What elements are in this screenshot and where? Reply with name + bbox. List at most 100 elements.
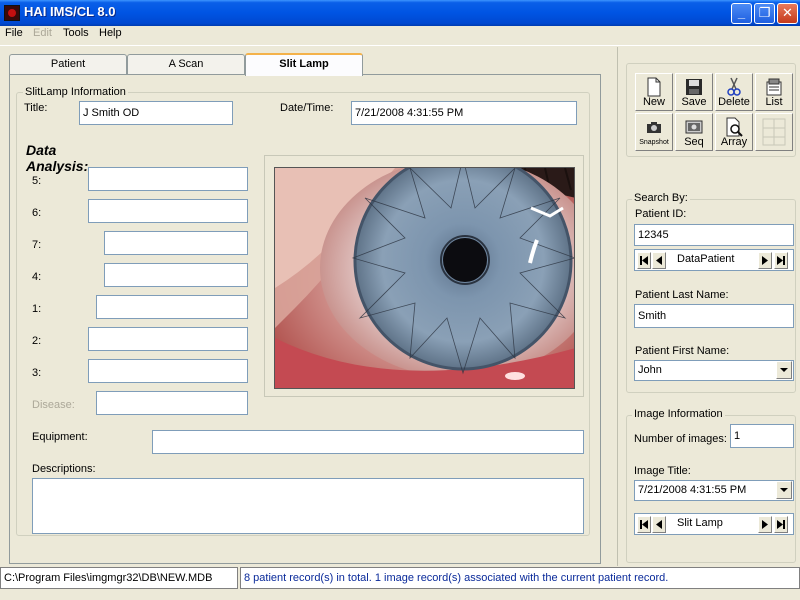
tab-ascan[interactable]: A Scan [127, 54, 245, 74]
menu-tools[interactable]: Tools [63, 27, 89, 39]
descriptions-field[interactable] [32, 478, 584, 534]
array-button[interactable]: Array [715, 113, 753, 151]
first-record-icon [640, 520, 648, 529]
analysis-label-7: 7: [32, 239, 42, 251]
search-group-label: Search By: [632, 192, 690, 204]
datetime-field[interactable]: 7/21/2008 4:31:55 PM [351, 101, 577, 125]
list-icon [766, 78, 782, 96]
scissors-icon [727, 77, 741, 96]
new-document-icon [647, 77, 661, 97]
new-button[interactable]: New [635, 73, 673, 111]
image-nav-last-button[interactable] [774, 516, 788, 533]
sequence-icon [685, 120, 703, 134]
menu-separator [0, 45, 800, 46]
minimize-button[interactable]: _ [731, 3, 752, 24]
next-record-icon [762, 256, 768, 265]
first-name-dropdown-button[interactable] [776, 361, 792, 379]
chevron-down-icon [780, 368, 788, 372]
save-button[interactable]: Save [675, 73, 713, 111]
analysis-field-3[interactable] [88, 359, 248, 383]
last-record-icon [777, 256, 785, 265]
image-info-group-label: Image Information [632, 408, 725, 420]
analysis-label-4: 4: [32, 271, 42, 283]
descriptions-label: Descriptions: [32, 463, 96, 475]
nav-first-button[interactable] [637, 252, 651, 269]
app-icon[interactable] [4, 5, 20, 21]
first-name-combo[interactable]: John [634, 360, 794, 381]
disease-label: Disease: [32, 399, 75, 411]
next-record-icon [762, 520, 768, 529]
image-title-value: 7/21/2008 4:31:55 PM [638, 484, 747, 496]
delete-button[interactable]: Delete [715, 73, 753, 111]
nav-next-button[interactable] [758, 252, 772, 269]
image-nav-source: Slit Lamp [677, 517, 723, 529]
status-bar: C:\Program Files\imgmgr32\DB\NEW.MDB 8 p… [0, 566, 800, 600]
snapshot-button[interactable]: Snapshot [635, 113, 673, 151]
patient-id-field[interactable]: 12345 [634, 224, 794, 246]
title-label: Title: [24, 102, 48, 114]
chevron-down-icon [780, 488, 788, 492]
analysis-field-7[interactable] [104, 231, 248, 255]
menu-help[interactable]: Help [99, 27, 122, 39]
analysis-field-6[interactable] [88, 199, 248, 223]
slit-lamp-eye-image[interactable] [274, 167, 575, 389]
last-record-icon [777, 520, 785, 529]
nav-prev-button[interactable] [652, 252, 666, 269]
magnifier-document-icon [726, 117, 743, 137]
patient-nav-source: DataPatient [677, 253, 735, 265]
analysis-field-2[interactable] [88, 327, 248, 351]
last-name-field[interactable]: Smith [634, 304, 794, 328]
image-nav-first-button[interactable] [637, 516, 651, 533]
maximize-button[interactable]: ❐ [754, 3, 775, 24]
patient-navigator: DataPatient [634, 249, 794, 271]
previous-record-icon [656, 520, 662, 529]
image-title-dropdown-button[interactable] [776, 481, 792, 499]
slitlamp-info-label: SlitLamp Information [23, 86, 128, 98]
datetime-label: Date/Time: [280, 102, 334, 114]
first-record-icon [640, 256, 648, 265]
window-title: HAI IMS/CL 8.0 [24, 4, 116, 19]
image-viewer [264, 155, 584, 397]
close-button[interactable]: ✕ [777, 3, 798, 24]
image-navigator: Slit Lamp [634, 513, 794, 535]
analysis-field-4[interactable] [104, 263, 248, 287]
image-nav-next-button[interactable] [758, 516, 772, 533]
tab-patient[interactable]: Patient [9, 54, 127, 74]
grid-icon [762, 118, 786, 146]
analysis-label-2: 2: [32, 335, 42, 347]
image-count-field[interactable]: 1 [730, 424, 794, 448]
analysis-label-3: 3: [32, 367, 42, 379]
analysis-label-5: 5: [32, 175, 42, 187]
title-bar[interactable]: HAI IMS/CL 8.0 _ ❐ ✕ [0, 0, 800, 26]
data-analysis-heading: Data Analysis: [26, 142, 89, 174]
equipment-label: Equipment: [32, 431, 88, 443]
status-db-path: C:\Program Files\imgmgr32\DB\NEW.MDB [0, 567, 238, 589]
patient-id-label: Patient ID: [635, 208, 687, 220]
last-name-label: Patient Last Name: [635, 289, 729, 301]
image-title-combo[interactable]: 7/21/2008 4:31:55 PM [634, 480, 794, 501]
seq-button[interactable]: Seq [675, 113, 713, 151]
analysis-field-5[interactable] [88, 167, 248, 191]
previous-record-icon [656, 256, 662, 265]
save-disk-icon [686, 79, 702, 95]
image-count-label: Number of images: [634, 433, 727, 445]
nav-last-button[interactable] [774, 252, 788, 269]
analysis-label-6: 6: [32, 207, 42, 219]
status-message: 8 patient record(s) in total. 1 image re… [240, 567, 800, 589]
camera-icon [647, 122, 661, 133]
first-name-value: John [638, 364, 662, 376]
menu-bar: File Edit Tools Help [0, 26, 800, 44]
disease-field[interactable] [96, 391, 248, 415]
analysis-field-1[interactable] [96, 295, 248, 319]
tab-slit-lamp[interactable]: Slit Lamp [245, 53, 363, 76]
analysis-label-1: 1: [32, 303, 42, 315]
equipment-field[interactable] [152, 430, 584, 454]
menu-edit[interactable]: Edit [33, 27, 52, 39]
list-button[interactable]: List [755, 73, 793, 111]
title-field[interactable]: J Smith OD [79, 101, 233, 125]
first-name-label: Patient First Name: [635, 345, 730, 357]
menu-file[interactable]: File [5, 27, 23, 39]
grid-view-button[interactable] [755, 113, 793, 151]
image-title-label: Image Title: [634, 465, 691, 477]
image-nav-prev-button[interactable] [652, 516, 666, 533]
